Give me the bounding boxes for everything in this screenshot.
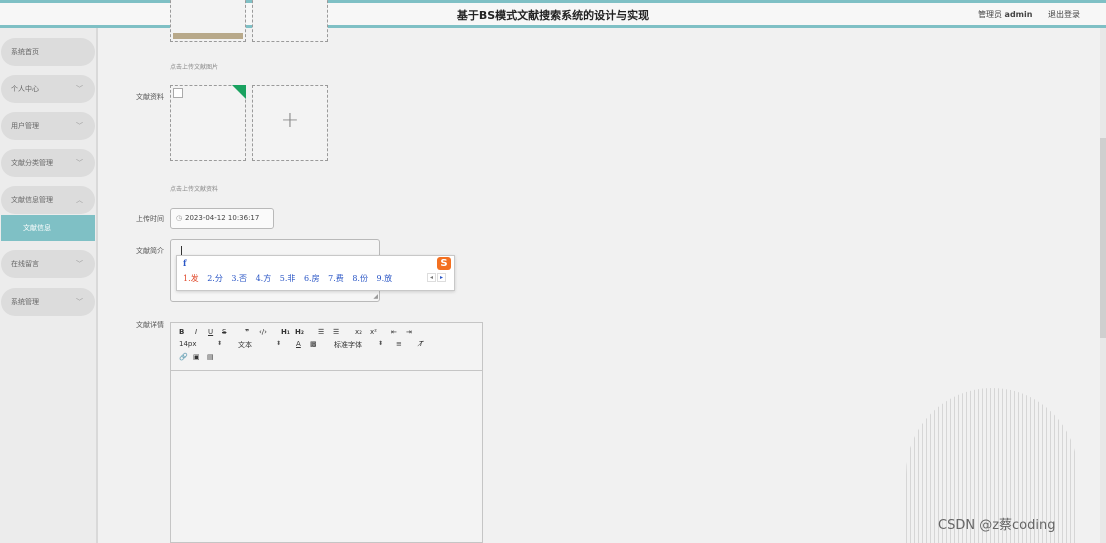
material-preview[interactable]	[170, 85, 246, 161]
underline-icon[interactable]: U	[208, 328, 213, 336]
heading2-icon[interactable]: H₂	[295, 328, 304, 336]
material-upload-button[interactable]: +	[252, 85, 328, 161]
scrollbar-thumb[interactable]	[1100, 138, 1106, 338]
ime-candidate[interactable]: 8.份	[352, 274, 368, 283]
bold-icon[interactable]: B	[179, 328, 184, 336]
bullet-list-icon[interactable]: ☰	[333, 328, 339, 336]
editor-content-area[interactable]	[171, 371, 482, 542]
page-scrollbar[interactable]	[1100, 28, 1106, 543]
sogou-logo-icon: S	[437, 257, 451, 270]
watermark-text: CSDN @z蔡coding	[938, 518, 1056, 533]
chevron-down-icon: ﹀	[76, 298, 83, 306]
material-upload-hint: 点击上传文献资料	[170, 186, 219, 193]
sidebar-item-label: 系统管理	[11, 298, 39, 306]
ime-prev-page-icon[interactable]: ◂	[426, 273, 436, 282]
heading1-icon[interactable]: H₁	[281, 328, 290, 336]
ime-candidate[interactable]: 4.方	[256, 274, 272, 283]
text-style-value: 文本	[238, 341, 252, 349]
sidebar-item-label: 个人中心	[11, 85, 39, 93]
chevron-down-icon: ﹀	[76, 159, 83, 167]
image-upload-hint: 点击上传文献图片	[170, 64, 219, 71]
sidebar-item-literature-management[interactable]: 文献信息管理 ︿	[1, 186, 95, 214]
plus-icon: +	[280, 108, 300, 133]
ime-candidate-list: 1.发 2.分 3.否 4.方 5.非 6.房 7.费 8.份 9.放	[183, 273, 398, 284]
sidebar-item-label: 系统首页	[11, 48, 39, 56]
ime-candidate[interactable]: 2.分	[207, 274, 223, 283]
success-tag-icon	[232, 85, 246, 99]
ime-candidate[interactable]: 7.费	[328, 274, 344, 283]
chevron-down-icon: ﹀	[76, 85, 83, 93]
rich-text-editor: B I U S ❞ ‹/› H₁ H₂ ☰ ☰ x₂ x² ⇤ ⇥ 14px ⬍…	[170, 322, 483, 543]
chevron-down-icon: ﹀	[76, 122, 83, 130]
link-icon[interactable]: 🔗	[179, 353, 188, 361]
sidebar-item-label: 在线留言	[11, 260, 39, 268]
blockquote-icon[interactable]: ❞	[245, 328, 249, 336]
image-preview[interactable]	[170, 0, 246, 42]
ime-candidate[interactable]: 1.发	[183, 274, 199, 283]
sidebar-item-online-message[interactable]: 在线留言 ﹀	[1, 250, 95, 278]
ime-candidate[interactable]: 5.非	[280, 274, 296, 283]
ime-candidate[interactable]: 9.放	[377, 274, 393, 283]
clear-format-icon[interactable]: T̸	[419, 340, 423, 348]
font-family-value: 标准字体	[334, 341, 362, 349]
sidebar-item-label: 用户管理	[11, 122, 39, 130]
intro-label: 文献简介	[136, 247, 164, 255]
upload-time-input[interactable]: ◷ 2023-04-12 10:36:17	[170, 208, 274, 229]
image-thumbnail	[173, 33, 243, 39]
sidebar-item-category-management[interactable]: 文献分类管理 ﹀	[1, 149, 95, 177]
sidebar-subitem-literature-info[interactable]: 文献信息	[1, 215, 95, 241]
strikethrough-icon[interactable]: S	[222, 328, 226, 336]
ime-next-page-icon[interactable]: ▸	[436, 273, 446, 282]
image-icon[interactable]: ▣	[193, 353, 200, 361]
font-size-select[interactable]: 14px ⬍	[179, 340, 225, 348]
video-icon[interactable]: ▤	[207, 353, 214, 361]
select-arrow-icon: ⬍	[378, 340, 384, 347]
background-color-icon[interactable]: ▩	[310, 340, 317, 348]
ime-candidate[interactable]: 3.否	[231, 274, 247, 283]
admin-role-label: 管理员	[978, 10, 1002, 19]
subscript-icon[interactable]: x₂	[355, 328, 362, 336]
sidebar-item-user-management[interactable]: 用户管理 ﹀	[1, 112, 95, 140]
sidebar-item-system-management[interactable]: 系统管理 ﹀	[1, 288, 95, 316]
ime-candidate[interactable]: 6.房	[304, 274, 320, 283]
font-size-value: 14px	[179, 340, 197, 348]
ime-candidate-popup: f S 1.发 2.分 3.否 4.方 5.非 6.房 7.费 8.份 9.放 …	[176, 255, 455, 291]
align-icon[interactable]: ≡	[396, 340, 402, 348]
chevron-down-icon: ﹀	[76, 260, 83, 268]
text-caret	[181, 246, 182, 255]
font-color-icon[interactable]: A	[296, 340, 301, 348]
clock-icon: ◷	[176, 214, 183, 222]
admin-username: admin	[1004, 10, 1033, 19]
broken-image-icon	[173, 88, 183, 98]
sidebar-item-home[interactable]: 系统首页	[1, 38, 95, 66]
select-arrow-icon: ⬍	[217, 340, 223, 347]
chevron-up-icon: ︿	[76, 196, 83, 204]
image-upload-button[interactable]	[252, 0, 328, 42]
sidebar-item-label: 文献分类管理	[11, 159, 53, 167]
resize-handle-icon[interactable]: ◢	[373, 293, 378, 300]
upload-time-value: 2023-04-12 10:36:17	[185, 214, 260, 222]
app-title: 基于BS模式文献搜索系统的设计与实现	[456, 9, 650, 22]
italic-icon[interactable]: I	[195, 328, 197, 336]
sidebar-item-personal-center[interactable]: 个人中心 ﹀	[1, 75, 95, 103]
editor-toolbar: B I U S ❞ ‹/› H₁ H₂ ☰ ☰ x₂ x² ⇤ ⇥ 14px ⬍…	[171, 323, 482, 371]
superscript-icon[interactable]: x²	[370, 328, 377, 336]
sidebar: 系统首页 个人中心 ﹀ 用户管理 ﹀ 文献分类管理 ﹀ 文献信息管理 ︿ 文献信…	[0, 28, 98, 543]
ime-composition: f	[183, 258, 187, 268]
ordered-list-icon[interactable]: ☰	[318, 328, 324, 336]
upload-time-label: 上传时间	[136, 215, 164, 223]
font-family-select[interactable]: 标准字体 ⬍	[334, 340, 386, 350]
admin-info: 管理员 admin	[978, 9, 1032, 20]
detail-label: 文献详情	[136, 321, 164, 329]
text-style-select[interactable]: 文本 ⬍	[238, 340, 284, 350]
material-label: 文献资料	[136, 93, 164, 101]
top-bar: 基于BS模式文献搜索系统的设计与实现 管理员 admin 退出登录	[0, 0, 1106, 28]
sidebar-item-label: 文献信息管理	[11, 196, 53, 204]
select-arrow-icon: ⬍	[276, 340, 282, 347]
code-icon[interactable]: ‹/›	[259, 328, 267, 336]
outdent-icon[interactable]: ⇤	[391, 328, 397, 336]
indent-icon[interactable]: ⇥	[406, 328, 412, 336]
logout-link[interactable]: 退出登录	[1048, 9, 1080, 20]
